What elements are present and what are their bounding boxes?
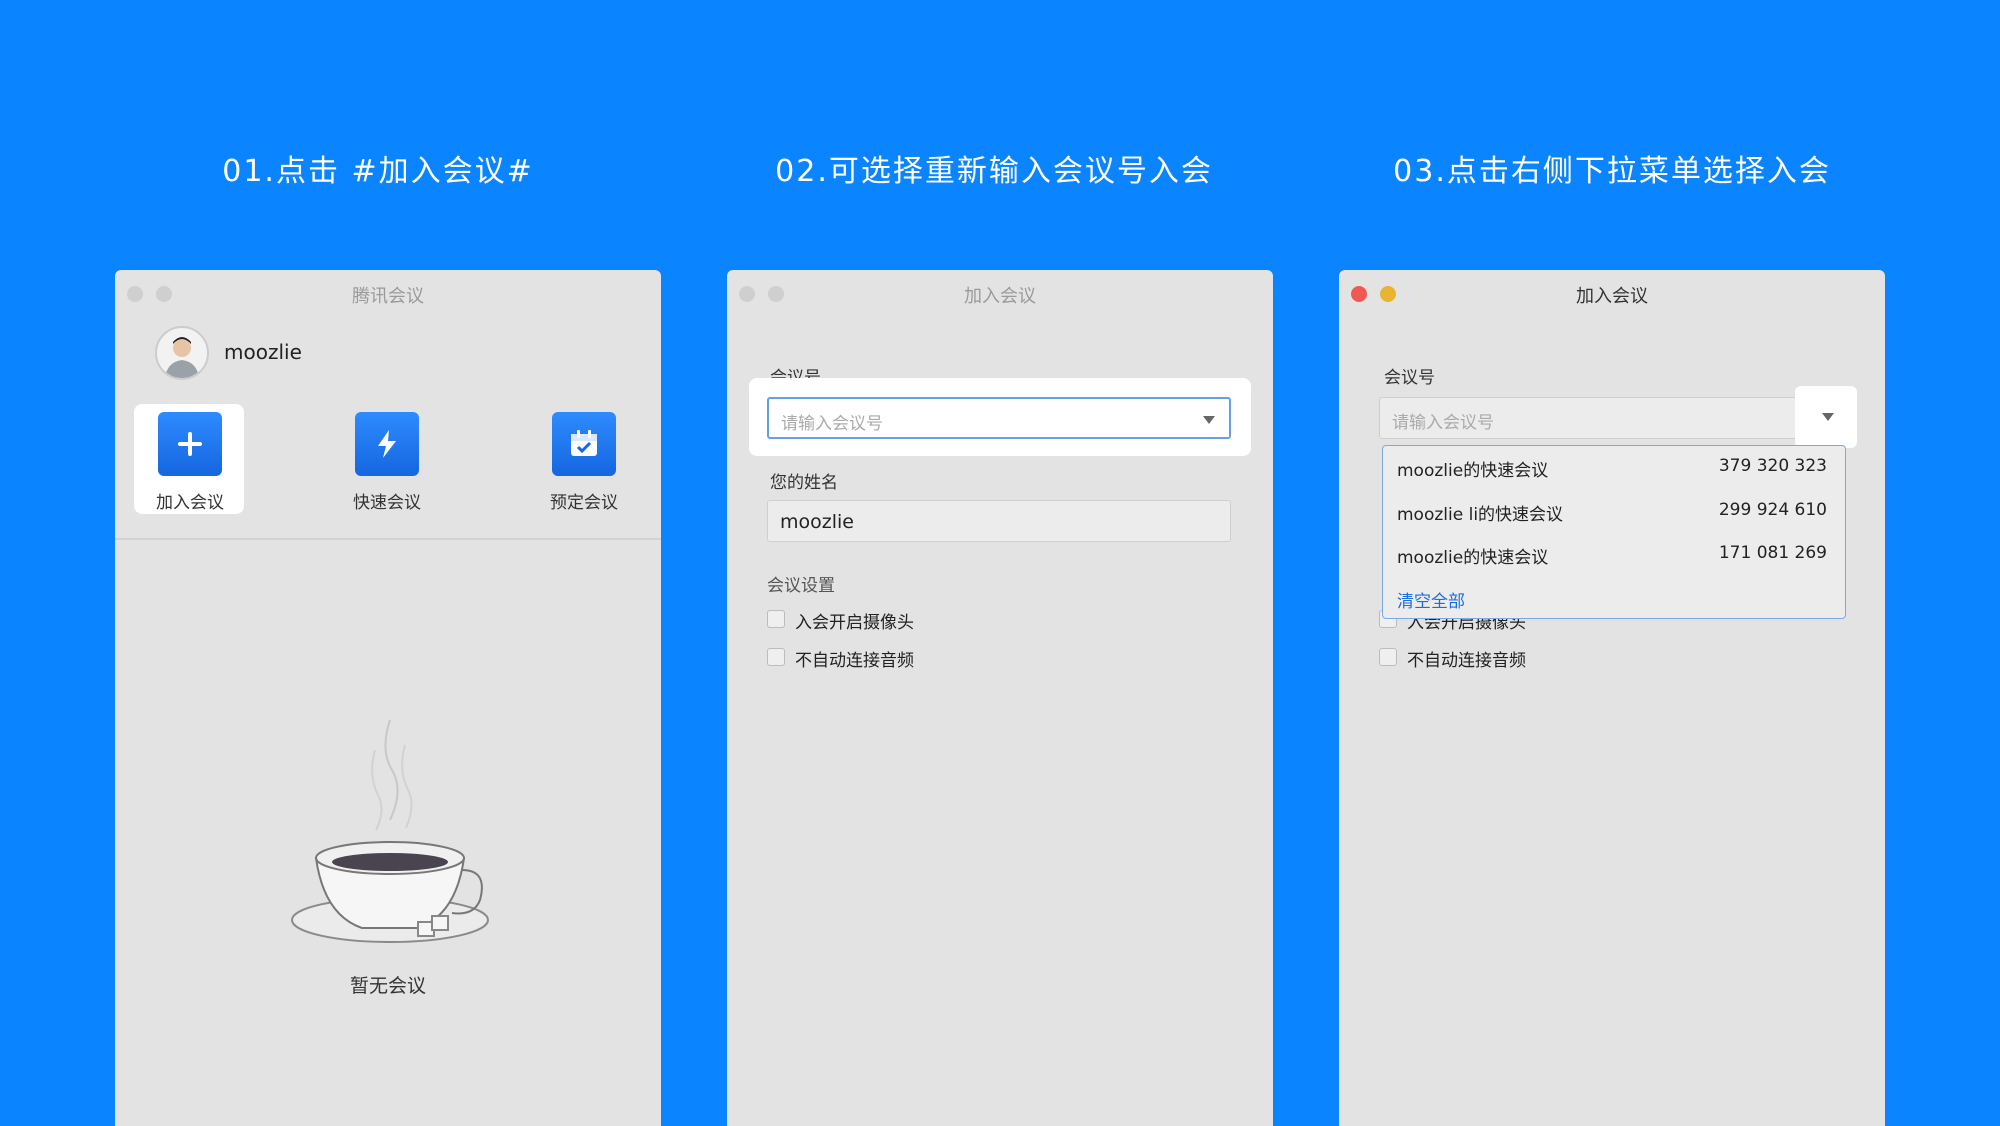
meeting-id-label: 会议号 bbox=[1384, 368, 1435, 388]
audio-option-label: 不自动连接音频 bbox=[1407, 651, 1526, 671]
meeting-id-placeholder: 请输入会议号 bbox=[1392, 413, 1494, 433]
recent-meeting-number: 379 320 323 bbox=[1718, 456, 1827, 476]
recent-meeting-name: moozlie的快速会议 bbox=[1397, 548, 1549, 568]
clear-all-link[interactable]: 清空全部 bbox=[1397, 587, 1465, 612]
step-1-title: 01.点击 #加入会议# bbox=[222, 154, 534, 189]
name-label: 您的姓名 bbox=[770, 473, 838, 493]
recent-meetings-dropdown: moozlie的快速会议 379 320 323 moozlie li的快速会议… bbox=[1382, 445, 1846, 619]
empty-state-text: 暂无会议 bbox=[349, 975, 426, 997]
divider bbox=[115, 538, 661, 540]
dropdown-caret-icon[interactable] bbox=[1822, 413, 1834, 421]
audio-checkbox[interactable] bbox=[1379, 648, 1397, 666]
dropdown-caret-icon[interactable] bbox=[1203, 416, 1215, 424]
window-title: 腾讯会议 bbox=[352, 286, 424, 307]
meeting-id-input[interactable]: 请输入会议号 bbox=[767, 397, 1231, 439]
recent-meeting-name: moozlie li的快速会议 bbox=[1397, 505, 1564, 525]
coffee-cup-illustration bbox=[280, 710, 500, 960]
camera-option-label: 入会开启摄像头 bbox=[795, 613, 914, 633]
plus-icon[interactable] bbox=[158, 412, 222, 476]
audio-checkbox[interactable] bbox=[767, 648, 785, 666]
join-meeting-dropdown-window: 加入会议 会议号 请输入会议号 入会开启摄像头 不自动连接音频 bbox=[1339, 270, 1885, 1126]
tencent-meeting-window: 腾讯会议 moozlie 加入会议 快速会议 预定会议 暂无会议 bbox=[115, 270, 661, 1126]
meeting-id-input[interactable]: 请输入会议号 bbox=[1379, 397, 1843, 439]
camera-checkbox[interactable] bbox=[767, 610, 785, 628]
name-input[interactable]: moozlie bbox=[767, 500, 1231, 542]
recent-meeting-item[interactable]: moozlie的快速会议 379 320 323 bbox=[1397, 456, 1827, 486]
name-value: moozlie bbox=[780, 511, 854, 533]
titlebar: 加入会议 bbox=[727, 270, 1273, 316]
meeting-id-placeholder: 请输入会议号 bbox=[781, 414, 883, 434]
titlebar: 腾讯会议 bbox=[115, 270, 661, 316]
settings-label: 会议设置 bbox=[767, 576, 835, 596]
recent-meeting-name: moozlie的快速会议 bbox=[1397, 461, 1549, 481]
join-meeting-window: 加入会议 会议号 请输入会议号 您的姓名 moozlie 会议设置 入会开启摄像… bbox=[727, 270, 1273, 1126]
window-title: 加入会议 bbox=[964, 286, 1036, 307]
avatar-icon bbox=[165, 337, 199, 378]
window-title: 加入会议 bbox=[1576, 286, 1648, 307]
step-2-title: 02.可选择重新输入会议号入会 bbox=[775, 154, 1213, 189]
avatar[interactable] bbox=[155, 326, 209, 380]
recent-meeting-number: 299 924 610 bbox=[1718, 500, 1827, 520]
recent-meeting-item[interactable]: moozlie的快速会议 171 081 269 bbox=[1397, 543, 1827, 573]
quick-meeting-label: 快速会议 bbox=[353, 493, 421, 513]
calendar-icon[interactable] bbox=[552, 412, 616, 476]
lightning-icon[interactable] bbox=[355, 412, 419, 476]
titlebar: 加入会议 bbox=[1339, 270, 1885, 316]
dropdown-toggle-highlight[interactable] bbox=[1795, 386, 1857, 448]
recent-meeting-item[interactable]: moozlie li的快速会议 299 924 610 bbox=[1397, 500, 1827, 530]
username: moozlie bbox=[224, 340, 302, 364]
recent-meeting-number: 171 081 269 bbox=[1718, 543, 1827, 563]
schedule-meeting-label: 预定会议 bbox=[550, 493, 618, 513]
audio-option-label: 不自动连接音频 bbox=[795, 651, 914, 671]
join-meeting-label: 加入会议 bbox=[156, 493, 224, 513]
step-3-title: 03.点击右侧下拉菜单选择入会 bbox=[1393, 154, 1831, 189]
coffee-icon bbox=[291, 719, 489, 943]
